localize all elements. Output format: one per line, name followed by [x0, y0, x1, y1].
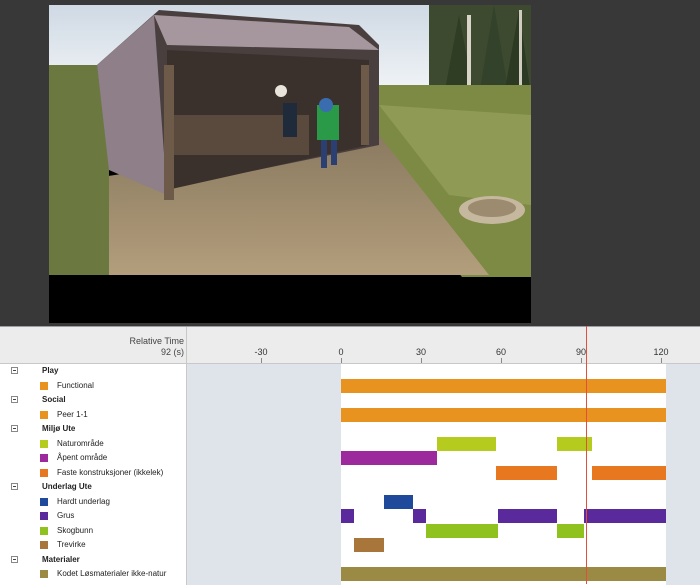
color-swatch: [40, 526, 48, 535]
color-swatch: [40, 468, 48, 477]
event-bar-grus[interactable]: [583, 509, 667, 523]
code-row-hardt[interactable]: Hardt underlag: [0, 495, 186, 510]
group-row-miljo[interactable]: Miljø Ute: [0, 422, 186, 437]
tick-label: 30: [415, 347, 427, 357]
event-bar-hardt[interactable]: [383, 494, 413, 509]
code-row-kodet[interactable]: Kodet Løsmaterialer ikke-natur: [0, 567, 186, 582]
group-label: Play: [42, 366, 59, 375]
event-bar-grus[interactable]: [498, 509, 558, 523]
group-label: Miljø Ute: [42, 424, 76, 433]
color-swatch: [40, 454, 48, 462]
tick-label: 0: [338, 347, 344, 357]
collapse-icon[interactable]: [11, 425, 18, 432]
collapse-icon[interactable]: [11, 396, 18, 403]
code-label: Faste konstruksjoner (ikkelek): [57, 467, 164, 477]
group-label: Underlag Ute: [42, 482, 92, 491]
color-swatch: [40, 570, 48, 578]
code-label: Kodet Løsmaterialer ikke-natur: [57, 569, 167, 578]
event-bar-faste[interactable]: [495, 465, 557, 480]
code-row-functional[interactable]: Functional: [0, 379, 186, 394]
tick-label: 120: [653, 347, 669, 357]
group-label: Materialer: [42, 554, 80, 564]
event-bar-faste[interactable]: [591, 465, 667, 480]
color-swatch: [40, 410, 48, 419]
code-row-apent[interactable]: Åpent område: [0, 451, 186, 466]
code-label: Skogbunn: [57, 525, 94, 535]
code-row-trevirke[interactable]: Trevirke: [0, 538, 186, 553]
video-player-area: [0, 0, 700, 323]
tick-mark: [341, 358, 342, 363]
event-bar-skogbunn[interactable]: [426, 523, 499, 538]
tick-mark: [661, 358, 663, 363]
event-bar-functional[interactable]: [341, 378, 667, 393]
collapse-icon[interactable]: [11, 483, 18, 490]
event-bar-kodet[interactable]: [341, 567, 667, 581]
collapse-icon[interactable]: [11, 555, 18, 563]
group-row-materialer[interactable]: Materialer: [0, 553, 186, 568]
event-bar-grus[interactable]: [413, 509, 427, 523]
video-still-image: [49, 5, 531, 323]
color-swatch: [40, 497, 48, 506]
relative-time-value: 92 (s): [160, 347, 184, 357]
timeline-header: Relative Time 92 (s) -30 0 30 60 90 120: [0, 327, 700, 364]
tick-label: 60: [496, 347, 507, 357]
event-bar-naturomrade[interactable]: [437, 436, 496, 451]
code-row-naturomrade[interactable]: Naturområde: [0, 437, 186, 452]
code-label: Trevirke: [57, 540, 86, 549]
event-bar-trevirke[interactable]: [354, 538, 384, 552]
code-list: Play Functional Social Peer 1-1 Miljø Ute Nat…: [0, 364, 187, 585]
code-label: Åpent område: [57, 453, 108, 462]
color-swatch: [40, 439, 48, 448]
video-frame[interactable]: [49, 5, 531, 323]
code-row-grus[interactable]: Grus: [0, 509, 186, 524]
code-row-faste[interactable]: Faste konstruksjoner (ikkelek): [0, 466, 186, 481]
playhead-marker[interactable]: [586, 326, 587, 584]
group-row-social[interactable]: Social: [0, 393, 186, 408]
event-chart-area[interactable]: [187, 364, 700, 585]
tick-mark: [581, 358, 583, 363]
color-swatch: [40, 541, 48, 549]
code-label: Naturområde: [57, 438, 104, 448]
tick-mark: [260, 358, 262, 363]
group-row-underlag[interactable]: Underlag Ute: [0, 480, 186, 495]
event-bar-peer[interactable]: [341, 407, 667, 422]
coding-timeline-panel: Relative Time 92 (s) -30 0 30 60 90 120 Play F…: [0, 326, 700, 585]
color-swatch: [40, 381, 48, 390]
event-bar-skogbunn[interactable]: [557, 523, 584, 538]
relative-time-label: Relative Time: [129, 336, 184, 346]
timeline-rows: Play Functional Social Peer 1-1 Miljø Ute Nat…: [0, 364, 700, 585]
tick-mark: [501, 358, 503, 363]
event-bar-apent[interactable]: [341, 451, 437, 465]
event-bar-grus[interactable]: [341, 509, 355, 523]
tick-label: -30: [254, 347, 268, 357]
tick-label: 90: [576, 347, 587, 357]
code-row-skogbunn[interactable]: Skogbunn: [0, 524, 186, 539]
group-row-play[interactable]: Play: [0, 364, 186, 379]
color-swatch: [40, 512, 48, 520]
code-row-peer[interactable]: Peer 1-1: [0, 408, 186, 423]
code-label: Hardt underlag: [57, 496, 110, 506]
code-label: Functional: [57, 380, 94, 390]
header-divider: [186, 327, 187, 363]
collapse-icon[interactable]: [11, 367, 18, 374]
tick-mark: [421, 358, 422, 363]
code-label: Peer 1-1: [57, 409, 88, 419]
code-label: Grus: [57, 511, 75, 520]
group-label: Social: [42, 395, 66, 404]
